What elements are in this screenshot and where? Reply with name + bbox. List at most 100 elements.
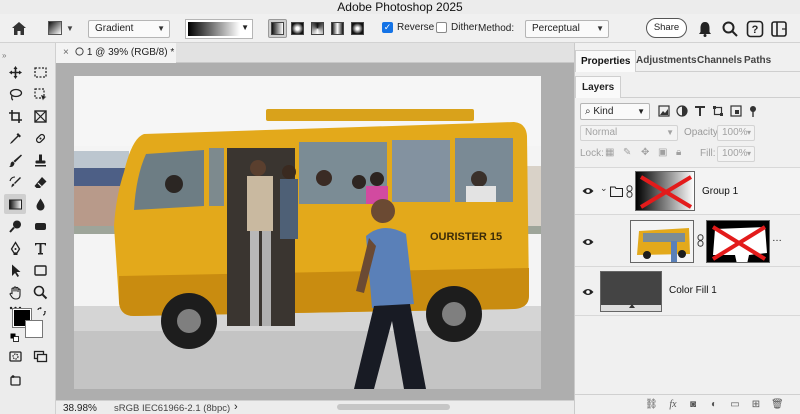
close-icon[interactable]: × [63,47,69,58]
hand-tool-icon[interactable] [4,282,26,302]
lock-paint-icon[interactable]: ✎ [623,147,631,158]
bell-icon[interactable] [696,20,714,38]
adjustment-layer-icon[interactable]: ◐ [708,399,720,411]
dither-checkbox[interactable]: Dither [436,22,478,33]
gradient-mode-select[interactable]: Gradient ▼ [88,20,170,38]
layer-row-photo[interactable]: … [575,214,800,266]
stamp-tool-icon[interactable] [29,150,51,170]
marquee-tool-icon[interactable] [29,62,51,82]
fill-label: Fill: [700,148,716,159]
tab-channels[interactable]: Channels [697,50,742,72]
pen-tool-icon[interactable] [4,238,26,258]
link-icon[interactable] [697,234,704,247]
help-icon[interactable]: ? [746,20,764,38]
brush-tool-icon[interactable] [4,150,26,170]
move-tool-icon[interactable] [4,62,26,82]
eye-icon[interactable] [582,237,594,247]
more-options-icon[interactable]: … [772,233,782,244]
gradient-tool-icon[interactable] [4,194,26,214]
tool-preset-picker[interactable]: ▼ [48,18,78,38]
quick-mask-icon[interactable] [4,346,26,366]
method-select[interactable]: Perceptual ▼ [525,20,609,38]
gradient-picker[interactable]: ▼ [185,19,253,39]
sponge-tool-icon[interactable] [29,216,51,236]
default-colors-icon[interactable] [10,333,19,342]
tab-paths[interactable]: Paths [744,50,771,72]
zoom-tool-icon[interactable] [29,282,51,302]
history-brush-tool-icon[interactable] [4,172,26,192]
layer-name[interactable]: Color Fill 1 [669,285,717,296]
diamond-gradient-button[interactable] [348,19,367,38]
share-button[interactable]: Share [646,18,687,38]
edit-toolbar-icon[interactable] [4,370,26,390]
filter-shape-icon[interactable] [712,105,724,117]
angle-gradient-button[interactable] [308,19,327,38]
path-selection-tool-icon[interactable] [4,260,26,280]
crop-tool-icon[interactable] [4,106,26,126]
layer-mask-thumbnail[interactable] [635,171,695,211]
rectangle-tool-icon[interactable] [29,260,51,280]
new-layer-icon[interactable]: ⊞ [750,399,762,411]
eye-icon[interactable] [582,186,594,196]
tab-adjustments[interactable]: Adjustments [636,50,697,72]
reflected-gradient-button[interactable] [328,19,347,38]
fill-field[interactable]: 100% ▾ [717,146,755,162]
home-icon[interactable] [10,20,28,37]
layer-mask-thumbnail[interactable] [706,220,770,263]
blend-mode-select[interactable]: Normal ▼ [580,125,678,141]
object-selection-tool-icon[interactable] [29,84,51,104]
lock-artboard-icon[interactable]: ▣ [658,147,667,158]
eraser-tool-icon[interactable] [29,172,51,192]
new-group-icon[interactable]: ▭ [729,399,741,411]
tab-properties[interactable]: Properties [575,50,637,72]
document-photo[interactable]: OURISTER 15 [74,76,541,389]
linear-gradient-button[interactable] [268,19,287,38]
frame-tool-icon[interactable] [29,106,51,126]
filter-pixel-icon[interactable] [658,105,670,117]
spot-healing-tool-icon[interactable] [29,128,51,148]
layer-thumbnail[interactable] [600,271,662,312]
layers-panel-header: Layers [575,76,800,98]
lasso-tool-icon[interactable] [4,84,26,104]
background-color-swatch[interactable] [25,320,43,338]
document-tab[interactable]: × 1 @ 39% (RGB/8) * [56,43,176,63]
type-tool-icon[interactable] [29,238,51,258]
layer-thumbnail[interactable] [630,220,694,263]
link-icon[interactable] [626,185,633,198]
tab-layers[interactable]: Layers [575,76,622,98]
blur-tool-icon[interactable] [29,194,51,214]
layer-name[interactable]: Group 1 [702,186,738,197]
lock-transparent-icon[interactable]: ▦ [605,147,614,158]
eyedropper-tool-icon[interactable] [4,128,26,148]
zoom-level[interactable]: 38.98% [63,402,97,414]
canvas-area[interactable]: OURISTER 15 [56,63,574,400]
panel-grip[interactable]: » [2,51,8,60]
swap-colors-icon[interactable] [37,307,46,316]
add-mask-icon[interactable]: ◙ [687,399,699,411]
dodge-tool-icon[interactable] [4,216,26,236]
layer-kind-select[interactable]: ⌕ Kind ▼ [580,103,650,120]
chevron-right-icon[interactable]: › [234,401,238,414]
search-icon[interactable] [721,20,739,38]
filter-toggle-icon[interactable] [747,105,759,117]
link-layers-icon[interactable]: ⛓︎ [645,399,658,411]
filter-smart-object-icon[interactable] [730,105,742,117]
radial-gradient-button[interactable] [288,19,307,38]
reverse-checkbox[interactable]: ✓ Reverse [382,22,434,33]
lock-position-icon[interactable]: ✥ [641,147,649,158]
layer-row-group[interactable]: ⌄ Group 1 [575,167,800,214]
layer-row-color-fill[interactable]: Color Fill 1 [575,266,800,316]
opacity-field[interactable]: 100% ▾ [717,125,755,141]
lock-all-icon[interactable]: 🔒︎ [676,147,681,158]
chevron-down-icon[interactable]: ⌄ [600,183,608,194]
fx-icon[interactable]: fx [667,399,679,411]
filter-adjustment-icon[interactable] [676,105,688,117]
gradient-preview [188,22,240,36]
workspace-icon[interactable] [770,20,788,38]
bus-photo-image: OURISTER 15 [74,76,541,389]
eye-icon[interactable] [582,287,594,297]
horizontal-scrollbar[interactable] [337,404,450,410]
filter-type-icon[interactable] [694,105,706,117]
trash-icon[interactable]: 🗑︎ [771,399,784,411]
screen-mode-icon[interactable] [29,346,51,366]
